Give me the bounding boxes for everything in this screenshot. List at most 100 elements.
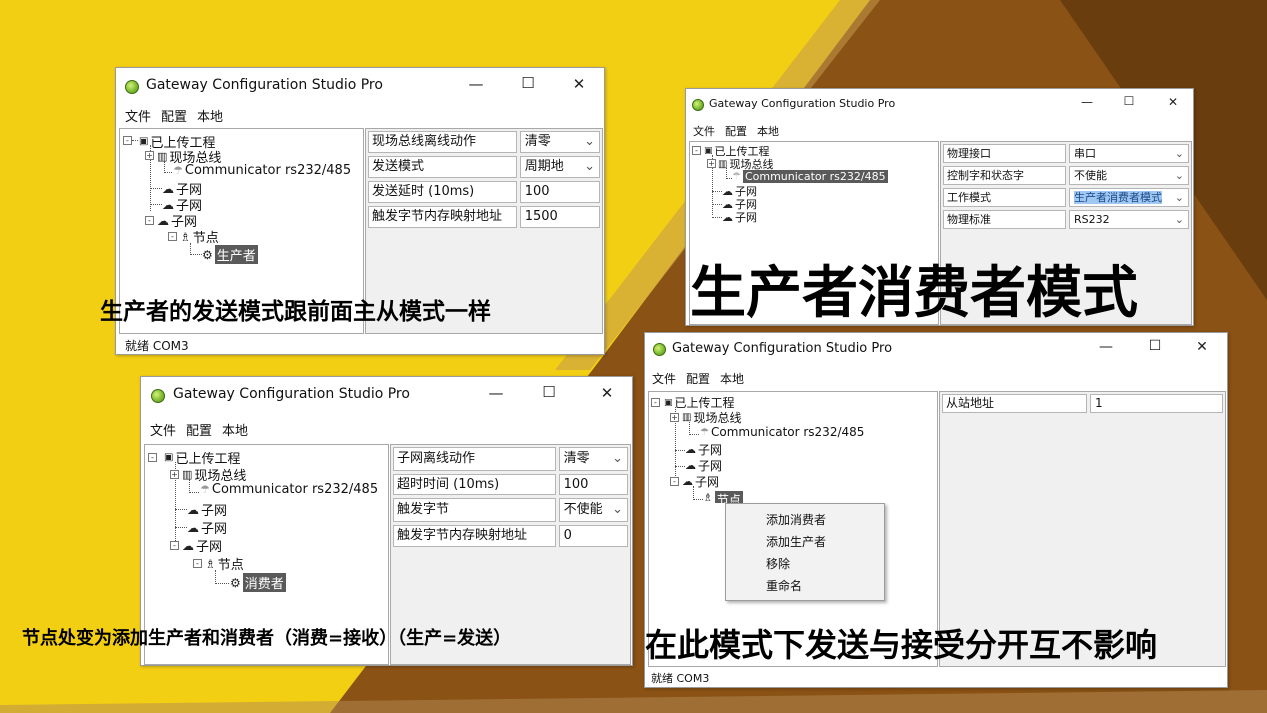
- window-title: Gateway Configuration Studio Pro: [709, 97, 896, 110]
- chevron-down-icon: ⌄: [584, 159, 595, 174]
- chevron-down-icon: ⌄: [1174, 213, 1184, 226]
- minimize-button[interactable]: —: [481, 384, 511, 402]
- minimize-button[interactable]: —: [461, 75, 491, 93]
- tree-item-subnet-2[interactable]: ☁ 子网: [187, 518, 227, 538]
- dropdown-work-mode[interactable]: 生产者消费者模式 ⌄: [1068, 188, 1189, 207]
- antenna-icon: ☂: [700, 426, 709, 438]
- input-trigger-byte-address[interactable]: 0: [558, 525, 628, 547]
- menu-item-add-producer[interactable]: 添加生产者: [766, 533, 826, 550]
- tree-item-subnet-1[interactable]: ☁ 子网: [187, 500, 227, 520]
- expander-node[interactable]: -: [168, 232, 177, 241]
- tree-item-communicator[interactable]: ☂ Communicator rs232/485: [200, 482, 378, 497]
- menu-file[interactable]: 文件: [125, 110, 151, 125]
- close-button[interactable]: ✕: [592, 384, 622, 402]
- dropdown-control-status-word[interactable]: 不使能 ⌄: [1068, 166, 1189, 185]
- maximize-button[interactable]: ☐: [1117, 94, 1141, 108]
- tree-item-subnet-2[interactable]: ☁ 子网: [685, 457, 722, 474]
- menu-file[interactable]: 文件: [150, 424, 176, 439]
- menu-config[interactable]: 配置: [686, 372, 710, 386]
- app-icon: [653, 343, 666, 356]
- bus-icon: ▥: [182, 468, 193, 481]
- expander-subnet-3[interactable]: -: [670, 477, 679, 486]
- title-bar: Gateway Configuration Studio Pro — ☐ ✕: [686, 89, 1193, 119]
- expander-fieldbus[interactable]: +: [670, 413, 679, 422]
- tree-item-communicator[interactable]: ☂ Communicator rs232/485: [173, 163, 351, 178]
- tree-item-node[interactable]: ♗ 节点: [205, 554, 244, 574]
- property-row[interactable]: 物理标准 RS232 ⌄: [943, 210, 1189, 229]
- property-row[interactable]: 从站地址 1: [942, 394, 1223, 413]
- close-button[interactable]: ✕: [1189, 339, 1215, 355]
- menu-item-rename[interactable]: 重命名: [766, 577, 802, 594]
- document-icon: ▣: [164, 452, 174, 463]
- property-row[interactable]: 发送延时 (10ms) 100: [368, 181, 600, 203]
- chevron-down-icon: ⌄: [1174, 147, 1184, 160]
- app-icon: [125, 80, 139, 94]
- property-row[interactable]: 触发字节内存映射地址 0: [393, 525, 628, 547]
- dropdown-subnet-offline-action[interactable]: 清零 ⌄: [558, 447, 628, 471]
- menu-file[interactable]: 文件: [693, 125, 715, 138]
- menu-local[interactable]: 本地: [757, 125, 779, 138]
- minimize-button[interactable]: —: [1093, 339, 1119, 355]
- property-row[interactable]: 现场总线离线动作 清零 ⌄: [368, 131, 600, 153]
- property-row[interactable]: 发送模式 周期地 ⌄: [368, 156, 600, 178]
- menu-local[interactable]: 本地: [720, 372, 744, 386]
- menu-local[interactable]: 本地: [222, 424, 248, 439]
- expander-fieldbus[interactable]: +: [707, 159, 716, 168]
- expander-fieldbus[interactable]: +: [145, 151, 154, 160]
- tree-item-subnet-3[interactable]: ☁ 子网: [722, 209, 757, 225]
- menu-item-add-consumer[interactable]: 添加消费者: [766, 511, 826, 528]
- expander-root[interactable]: -: [123, 136, 132, 145]
- tree-item-consumer[interactable]: ⚙ 消费者: [230, 573, 286, 592]
- maximize-button[interactable]: ☐: [1142, 338, 1168, 354]
- tree-item-producer[interactable]: ⚙ 生产者: [202, 245, 258, 264]
- dropdown-fieldbus-offline-action[interactable]: 清零 ⌄: [519, 131, 600, 153]
- expander-fieldbus[interactable]: +: [170, 470, 179, 479]
- dropdown-physical-interface[interactable]: 串口 ⌄: [1068, 144, 1189, 163]
- menu-config[interactable]: 配置: [725, 125, 747, 138]
- dropdown-physical-standard[interactable]: RS232 ⌄: [1068, 210, 1189, 229]
- menu-local[interactable]: 本地: [197, 110, 223, 125]
- input-trigger-byte-address[interactable]: 1500: [519, 206, 600, 228]
- app-icon: [151, 389, 165, 403]
- property-row[interactable]: 触发字节内存映射地址 1500: [368, 206, 600, 228]
- property-row[interactable]: 子网离线动作 清零 ⌄: [393, 447, 628, 471]
- close-button[interactable]: ✕: [564, 75, 594, 93]
- tree-item-fieldbus[interactable]: ▥ 现场总线: [682, 409, 741, 426]
- document-icon: ▣: [139, 136, 149, 147]
- property-row[interactable]: 工作模式 生产者消费者模式 ⌄: [943, 188, 1189, 207]
- menu-file[interactable]: 文件: [652, 372, 676, 386]
- expander-root[interactable]: -: [148, 453, 157, 462]
- maximize-button[interactable]: ☐: [534, 383, 564, 401]
- expander-root[interactable]: -: [692, 146, 701, 155]
- property-row[interactable]: 控制字和状态字 不使能 ⌄: [943, 166, 1189, 185]
- cloud-icon: ☁: [162, 197, 174, 212]
- tree-item-subnet-1[interactable]: ☁ 子网: [685, 441, 722, 458]
- minimize-button[interactable]: —: [1075, 95, 1099, 109]
- tree-item-node[interactable]: ♗ 节点: [703, 491, 743, 503]
- expander-subnet-3[interactable]: -: [145, 216, 154, 225]
- property-row[interactable]: 物理接口 串口 ⌄: [943, 144, 1189, 163]
- property-row[interactable]: 触发字节 不使能 ⌄: [393, 498, 628, 522]
- caption-producer-send-mode: 生产者的发送模式跟前面主从模式一样: [100, 299, 491, 325]
- network-icon: ♗: [180, 229, 191, 244]
- menu-item-remove[interactable]: 移除: [766, 555, 790, 572]
- expander-node[interactable]: -: [193, 559, 202, 568]
- input-slave-address[interactable]: 1: [1090, 394, 1223, 413]
- tree-item-subnet-3[interactable]: ☁ 子网: [682, 473, 719, 490]
- property-row[interactable]: 超时时间 (10ms) 100: [393, 474, 628, 495]
- expander-subnet-3[interactable]: -: [170, 541, 179, 550]
- dropdown-send-mode[interactable]: 周期地 ⌄: [519, 156, 600, 178]
- tree-item-subnet-3[interactable]: ☁ 子网: [182, 536, 222, 556]
- tree-item-node[interactable]: ♗ 节点: [180, 227, 219, 247]
- status-bar: 就绪 COM3: [651, 672, 710, 685]
- input-send-delay[interactable]: 100: [519, 181, 600, 203]
- maximize-button[interactable]: ☐: [513, 74, 543, 92]
- menu-config[interactable]: 配置: [186, 424, 212, 439]
- tree-item-communicator[interactable]: ☂ Communicator rs232/485: [700, 425, 864, 439]
- dropdown-trigger-byte[interactable]: 不使能 ⌄: [558, 498, 628, 522]
- menu-config[interactable]: 配置: [161, 110, 187, 125]
- tree-item-communicator[interactable]: ☂ Communicator rs232/485: [732, 170, 888, 183]
- input-timeout[interactable]: 100: [558, 474, 628, 495]
- expander-root[interactable]: -: [651, 398, 660, 407]
- close-button[interactable]: ✕: [1161, 95, 1185, 109]
